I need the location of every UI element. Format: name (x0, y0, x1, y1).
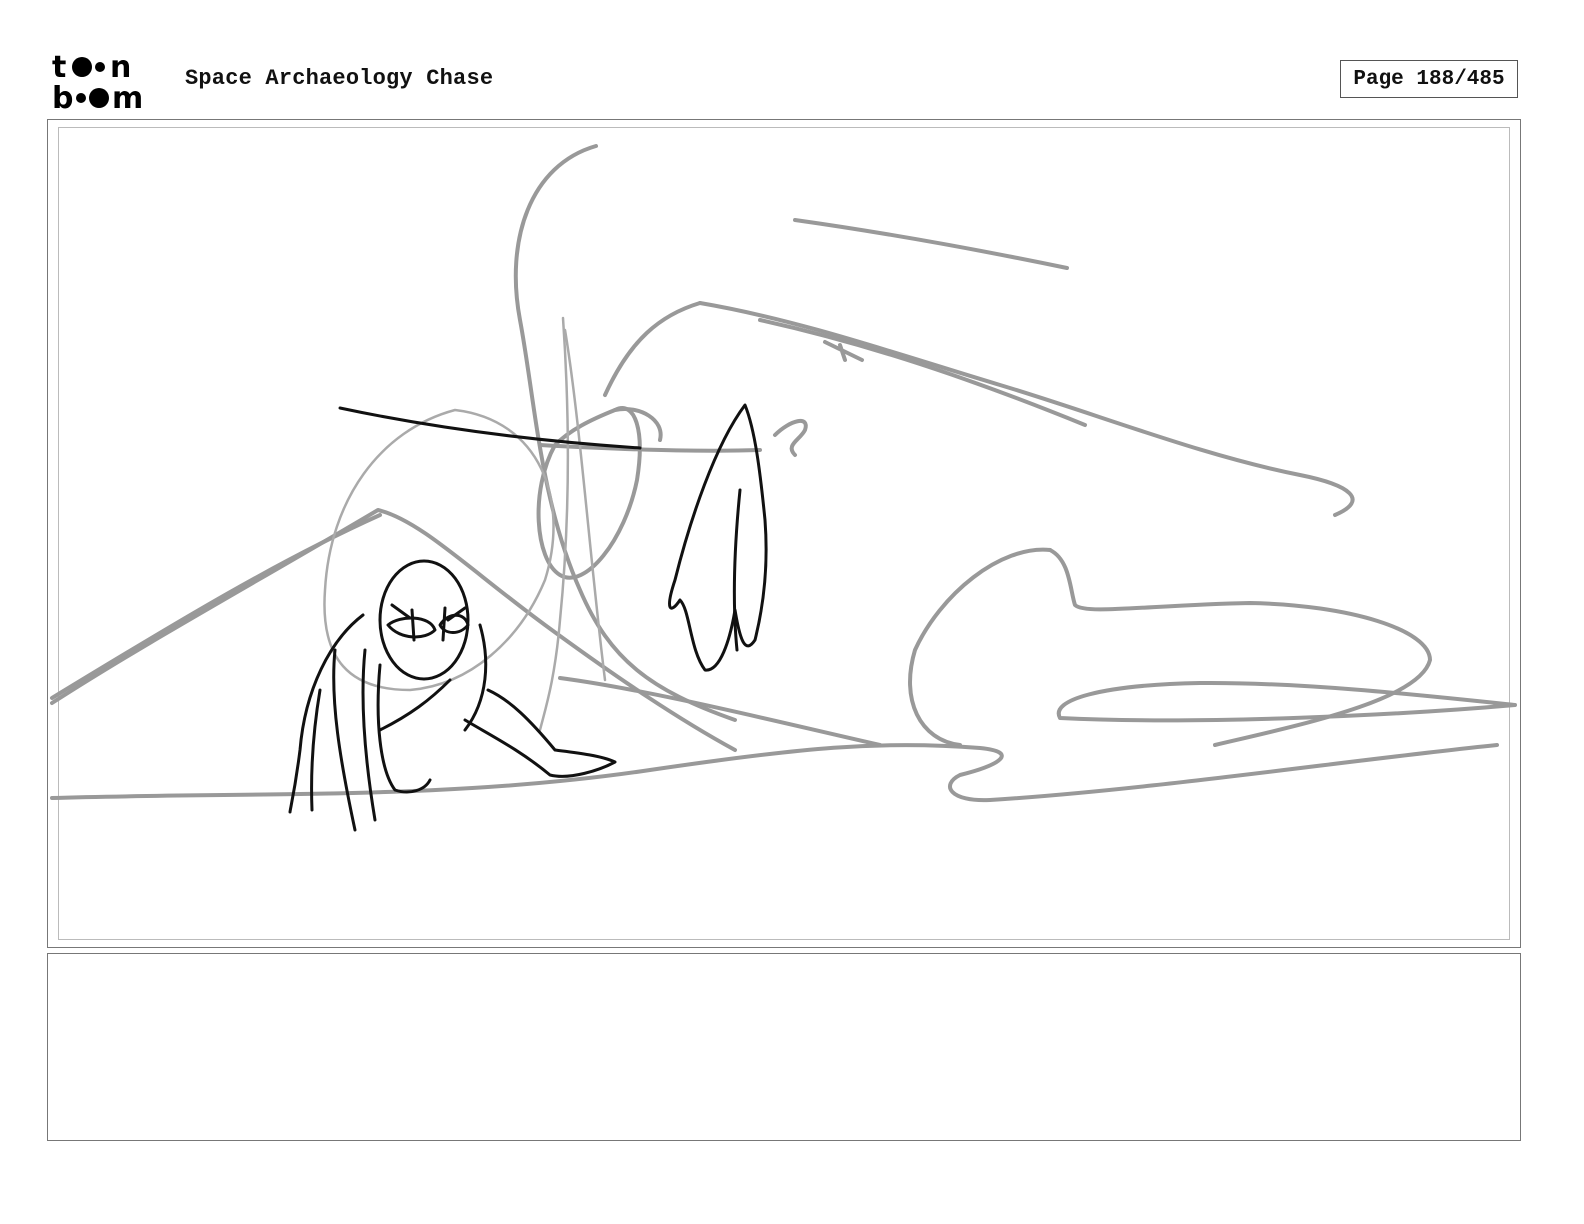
panel-notes-text (48, 954, 1520, 982)
ink-sketch-lines (288, 403, 768, 832)
rough-circle (323, 316, 607, 732)
rough-sketch-lines (50, 144, 1517, 803)
panel-notes-box[interactable] (47, 953, 1521, 1141)
